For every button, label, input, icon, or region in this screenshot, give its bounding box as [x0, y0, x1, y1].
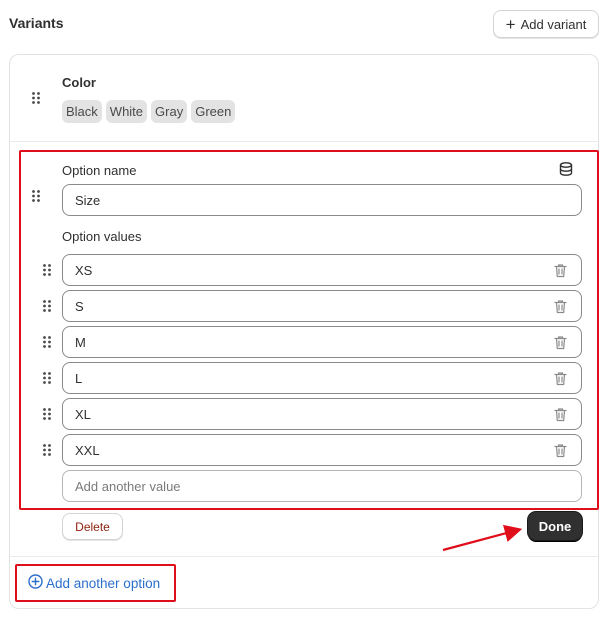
add-another-option-link[interactable]: Add another option: [28, 574, 160, 592]
add-another-option-label: Add another option: [46, 575, 161, 591]
plus-circle-icon: [28, 574, 43, 592]
arrow-annotation: [442, 524, 523, 552]
